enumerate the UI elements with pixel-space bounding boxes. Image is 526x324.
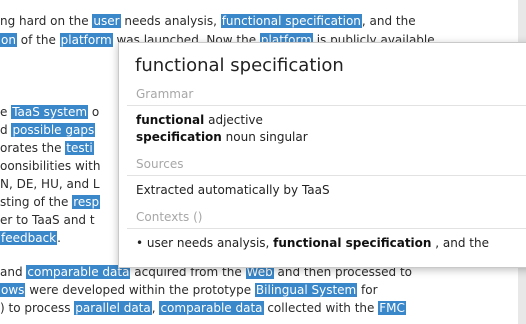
- plain-text: o: [88, 105, 100, 119]
- contexts-heading: Contexts (): [136, 210, 203, 224]
- context-before: user needs analysis,: [146, 236, 274, 250]
- context-row: • user needs analysis, functional specif…: [136, 236, 489, 250]
- highlighted-term[interactable]: parallel data: [74, 301, 152, 315]
- highlighted-term[interactable]: platform: [59, 33, 113, 47]
- grammar-pos: noun singular: [225, 130, 308, 144]
- plain-text: oonsibilities with: [0, 159, 101, 173]
- plain-text: , and the: [361, 14, 416, 28]
- term-title: functional specification: [135, 55, 344, 76]
- plain-text: sting of the: [0, 195, 73, 209]
- plain-text: e: [0, 105, 12, 119]
- highlighted-term[interactable]: resp: [72, 195, 101, 209]
- highlighted-term[interactable]: Bilingual System: [254, 283, 358, 297]
- plain-text: of the: [16, 33, 60, 47]
- plain-text: orates the: [0, 141, 66, 155]
- plain-text: ) to process: [0, 301, 75, 315]
- text-line: ) to process parallel data, comparable d…: [0, 300, 406, 316]
- highlighted-term[interactable]: user: [92, 14, 121, 28]
- plain-text: ng hard on the: [0, 14, 93, 28]
- text-line: d possible gaps: [0, 122, 96, 138]
- text-line: e TaaS system o: [0, 104, 99, 120]
- grammar-heading: Grammar: [136, 87, 194, 101]
- text-line: feedback.: [0, 230, 61, 246]
- text-line: sting of the resp: [0, 194, 101, 210]
- term-tooltip-popup: functional specification Grammar functio…: [118, 42, 526, 268]
- plain-text: needs analysis,: [120, 14, 221, 28]
- text-line: N, DE, HU, and L: [0, 176, 100, 192]
- highlighted-term[interactable]: possible gaps: [11, 123, 96, 137]
- grammar-row: functional adjective: [136, 113, 263, 127]
- text-line: orates the testi: [0, 140, 94, 156]
- plain-text: .: [57, 231, 61, 245]
- text-line: ows were developed within the prototype …: [0, 282, 378, 298]
- highlighted-term[interactable]: FMC: [378, 301, 406, 315]
- source-text: Extracted automatically by TaaS: [136, 183, 330, 197]
- text-line: ng hard on the user needs analysis, func…: [0, 13, 416, 29]
- plain-text: were developed within the prototype: [25, 283, 255, 297]
- highlighted-term[interactable]: feedback: [0, 231, 58, 245]
- highlighted-term[interactable]: comparable data: [159, 301, 264, 315]
- highlighted-term[interactable]: ows: [0, 283, 26, 297]
- highlighted-term[interactable]: on: [0, 33, 17, 47]
- divider: [127, 228, 526, 229]
- text-line: er to TaaS and t: [0, 212, 95, 228]
- highlighted-term[interactable]: comparable data: [26, 265, 131, 279]
- plain-text: N, DE, HU, and L: [0, 177, 100, 191]
- grammar-word: specification: [136, 130, 222, 144]
- context-after: , and the: [431, 236, 489, 250]
- context-term: functional specification: [273, 236, 432, 250]
- grammar-word: functional: [136, 113, 205, 127]
- divider: [127, 175, 526, 176]
- text-line: oonsibilities with: [0, 158, 100, 174]
- sources-heading: Sources: [136, 157, 184, 171]
- plain-text: collected with the: [263, 301, 379, 315]
- grammar-row: specification noun singular: [136, 130, 308, 144]
- bullet-icon: •: [136, 236, 144, 250]
- plain-text: and: [0, 265, 27, 279]
- plain-text: er to TaaS and t: [0, 213, 95, 227]
- highlighted-term[interactable]: functional specification: [220, 14, 362, 28]
- highlighted-term[interactable]: testi: [65, 141, 94, 155]
- plain-text: for: [357, 283, 378, 297]
- plain-text: d: [0, 123, 12, 137]
- grammar-pos: adjective: [208, 113, 263, 127]
- divider: [127, 105, 526, 106]
- highlighted-term[interactable]: TaaS system: [11, 105, 89, 119]
